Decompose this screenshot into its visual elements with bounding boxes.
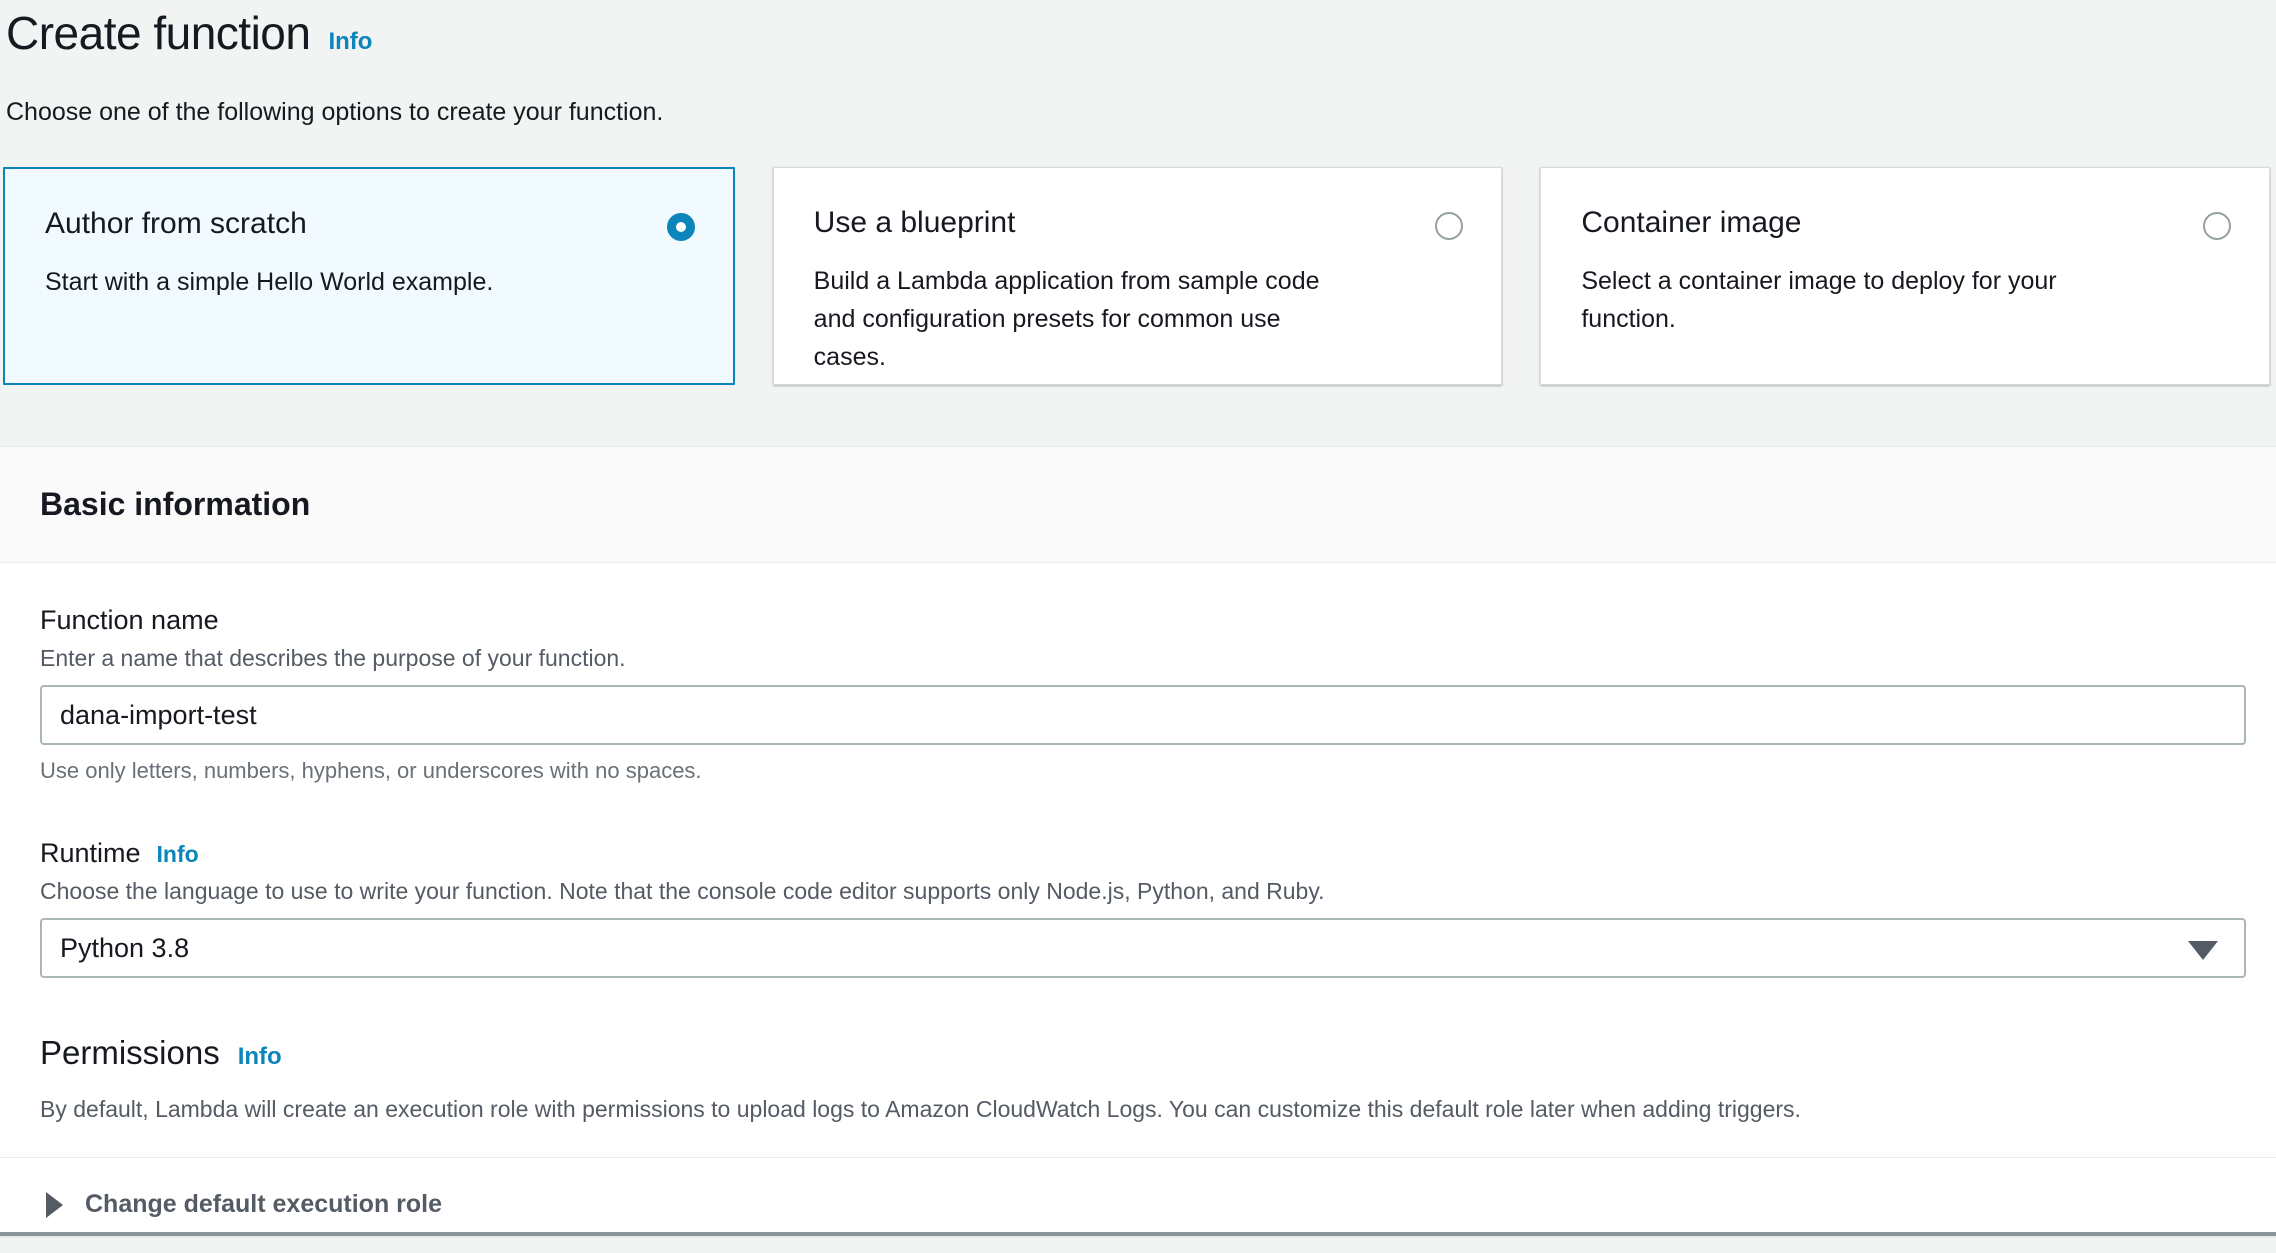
runtime-field: Runtime Info Choose the language to use … [40, 838, 2246, 978]
expander-label: Change default execution role [85, 1190, 442, 1219]
basic-information-body: Function name Enter a name that describe… [0, 563, 2276, 1233]
function-name-input[interactable] [40, 685, 2246, 745]
runtime-info-link[interactable]: Info [157, 841, 199, 868]
radio-selected-icon[interactable] [667, 213, 695, 241]
runtime-select[interactable]: Python 3.8 [40, 918, 2246, 978]
dropdown-caret-icon [2188, 941, 2218, 960]
runtime-selected-value: Python 3.8 [60, 933, 189, 964]
page-header: Create function Info Choose one of the fo… [0, 0, 2276, 127]
change-execution-role-expander[interactable]: Change default execution role [40, 1158, 2246, 1253]
option-card-title: Container image [1581, 206, 2233, 240]
option-card-description: Select a container image to deploy for y… [1581, 262, 2233, 338]
function-name-label: Function name [40, 605, 2246, 636]
runtime-label: Runtime [40, 838, 141, 869]
page-title-info-link[interactable]: Info [328, 28, 372, 55]
function-name-constraint: Use only letters, numbers, hyphens, or u… [40, 758, 2246, 784]
bottom-divider [0, 1232, 2276, 1238]
option-card-description: Start with a simple Hello World example. [45, 263, 697, 301]
permissions-description: By default, Lambda will create an execut… [40, 1096, 2246, 1123]
option-card-title: Use a blueprint [814, 206, 1466, 240]
option-card-author-from-scratch[interactable]: Author from scratch Start with a simple … [3, 167, 735, 385]
function-name-description: Enter a name that describes the purpose … [40, 645, 2246, 672]
basic-information-heading: Basic information [40, 486, 310, 523]
creation-options-row: Author from scratch Start with a simple … [3, 167, 2270, 385]
radio-unselected-icon[interactable] [2203, 212, 2231, 240]
page-subtitle: Choose one of the following options to c… [6, 98, 2276, 127]
runtime-description: Choose the language to use to write your… [40, 878, 2246, 905]
option-card-use-a-blueprint[interactable]: Use a blueprint Build a Lambda applicati… [773, 167, 1503, 385]
basic-information-header: Basic information [0, 446, 2276, 563]
expander-caret-icon [46, 1192, 63, 1218]
function-name-field: Function name Enter a name that describe… [40, 605, 2246, 784]
page-title: Create function [6, 7, 310, 59]
permissions-info-link[interactable]: Info [238, 1043, 282, 1070]
option-card-title: Author from scratch [45, 207, 697, 241]
permissions-section: Permissions Info By default, Lambda will … [40, 1034, 2246, 1123]
option-card-container-image[interactable]: Container image Select a container image… [1540, 167, 2270, 385]
option-card-description: Build a Lambda application from sample c… [814, 262, 1466, 376]
permissions-heading: Permissions [40, 1034, 220, 1071]
